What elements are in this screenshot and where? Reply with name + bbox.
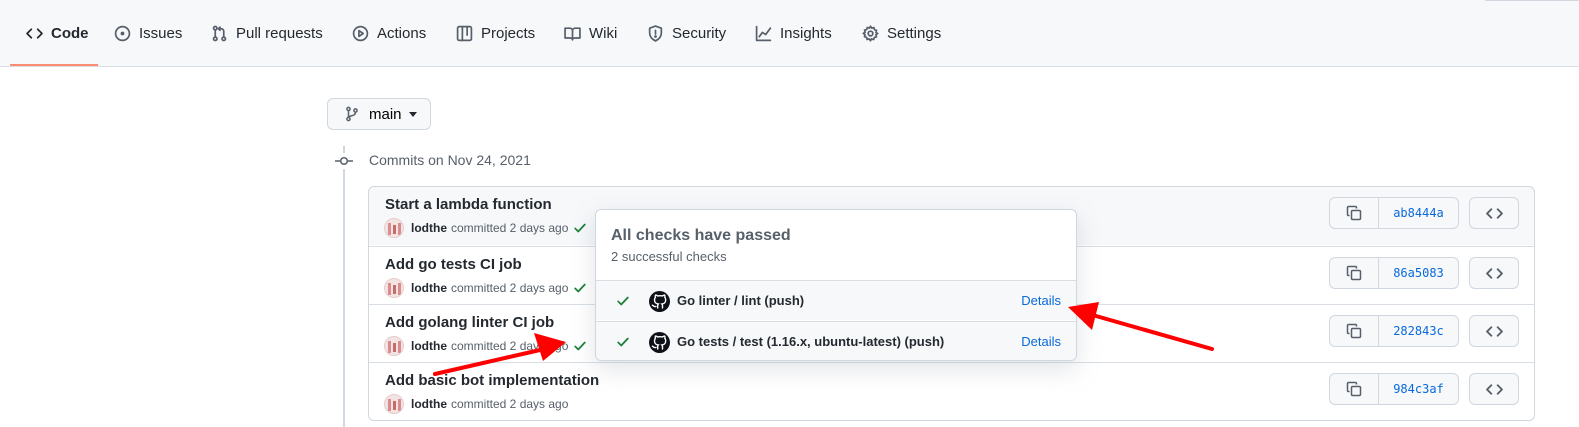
play-icon	[352, 25, 369, 42]
tab-label: Projects	[481, 25, 536, 42]
code-icon	[1485, 383, 1503, 395]
check-icon	[617, 337, 629, 347]
commit-time: committed 2 days ago	[451, 281, 569, 295]
tab-security[interactable]: Security	[647, 0, 726, 67]
tab-label: Actions	[377, 25, 427, 42]
avatar[interactable]	[384, 394, 404, 414]
copy-sha-button[interactable]	[1330, 198, 1379, 228]
commit-meta: lodthe committed 2 days ago	[384, 218, 587, 238]
header-border-fragment	[1485, 0, 1579, 1]
browse-files-button[interactable]	[1469, 315, 1519, 347]
browse-files-button[interactable]	[1469, 373, 1519, 405]
copy-icon	[1346, 381, 1362, 397]
tab-code[interactable]: Code	[26, 0, 89, 67]
git-commit-icon	[335, 153, 353, 169]
code-icon	[1485, 325, 1503, 337]
check-status-icon[interactable]	[573, 281, 587, 295]
git-pull-request-icon	[212, 25, 227, 42]
tab-actions[interactable]: Actions	[352, 0, 426, 67]
commits-date-heading: Commits on Nov 24, 2021	[369, 152, 531, 168]
tab-issues[interactable]: Issues	[114, 0, 182, 67]
check-run-row: Go tests / test (1.16.x, ubuntu-latest) …	[596, 321, 1076, 360]
commit-meta: lodthe committed 2 days ago	[384, 394, 568, 414]
avatar[interactable]	[384, 336, 404, 356]
tab-projects[interactable]: Projects	[456, 0, 535, 67]
commit-row: Add basic bot implementation lodthe comm…	[369, 362, 1534, 420]
graph-icon	[755, 25, 772, 42]
sha-button-group: ab8444a	[1329, 197, 1459, 229]
tab-label: Wiki	[589, 25, 618, 42]
commit-sha-link[interactable]: ab8444a	[1379, 198, 1458, 228]
commit-meta: lodthe committed 2 days ago	[384, 278, 587, 298]
commit-author-link[interactable]: lodthe	[411, 221, 447, 235]
repo-nav: Code Issues Pull requests Actions Projec…	[0, 0, 1579, 67]
checks-title: All checks have passed	[611, 227, 791, 244]
commit-time: committed 2 days ago	[451, 397, 569, 411]
tab-pull-requests[interactable]: Pull requests	[211, 0, 323, 67]
sha-button-group: 86a5083	[1329, 257, 1459, 289]
copy-sha-button[interactable]	[1330, 258, 1379, 288]
tab-label: Issues	[139, 25, 183, 42]
check-status-icon[interactable]	[573, 339, 587, 353]
code-icon	[1485, 267, 1503, 279]
checks-popover: All checks have passed 2 successful chec…	[595, 209, 1077, 361]
check-details-link[interactable]: Details	[1021, 334, 1061, 349]
timeline-line	[343, 146, 345, 427]
commit-author-link[interactable]: lodthe	[411, 281, 447, 295]
tab-label: Insights	[780, 25, 832, 42]
check-run-row: Go linter / lint (push) Details	[596, 280, 1076, 320]
tab-insights[interactable]: Insights	[755, 0, 832, 67]
check-run-name: Go linter / lint (push)	[677, 293, 805, 308]
check-icon	[617, 296, 629, 306]
commit-time: committed 2 days ago	[451, 339, 569, 353]
commit-author-link[interactable]: lodthe	[411, 397, 447, 411]
copy-icon	[1346, 205, 1362, 221]
commit-title-link[interactable]: Add golang linter CI job	[385, 314, 554, 331]
gear-icon	[862, 25, 879, 42]
branch-name: main	[369, 105, 402, 123]
github-logo-icon	[649, 291, 670, 312]
table-icon	[456, 25, 473, 42]
github-logo-icon	[649, 332, 670, 353]
code-icon	[1485, 207, 1503, 219]
commit-sha-link[interactable]: 984c3af	[1379, 374, 1458, 404]
code-icon	[26, 28, 43, 39]
commit-meta: lodthe committed 2 days ago	[384, 336, 587, 356]
commit-time: committed 2 days ago	[451, 221, 569, 235]
sha-button-group: 282843c	[1329, 315, 1459, 347]
commit-sha-link[interactable]: 86a5083	[1379, 258, 1458, 288]
commit-author-link[interactable]: lodthe	[411, 339, 447, 353]
copy-icon	[1346, 265, 1362, 281]
checks-subtitle: 2 successful checks	[611, 249, 727, 264]
issue-opened-icon	[114, 25, 131, 42]
shield-icon	[648, 25, 663, 42]
check-run-name: Go tests / test (1.16.x, ubuntu-latest) …	[677, 334, 945, 349]
copy-sha-button[interactable]	[1330, 374, 1379, 404]
check-details-link[interactable]: Details	[1021, 293, 1061, 308]
commit-title-link[interactable]: Add go tests CI job	[385, 256, 522, 273]
check-status-icon[interactable]	[573, 221, 587, 235]
copy-sha-button[interactable]	[1330, 316, 1379, 346]
sha-button-group: 984c3af	[1329, 373, 1459, 405]
tab-label: Security	[672, 25, 727, 42]
active-tab-underline	[10, 64, 98, 66]
copy-icon	[1346, 323, 1362, 339]
commit-sha-link[interactable]: 282843c	[1379, 316, 1458, 346]
browse-files-button[interactable]	[1469, 257, 1519, 289]
avatar[interactable]	[384, 218, 404, 238]
git-branch-icon	[346, 106, 358, 122]
tab-label: Pull requests	[236, 25, 323, 42]
avatar[interactable]	[384, 278, 404, 298]
tab-wiki[interactable]: Wiki	[564, 0, 617, 67]
commit-title-link[interactable]: Add basic bot implementation	[385, 372, 599, 389]
tab-label: Code	[51, 25, 89, 42]
chevron-down-icon	[408, 111, 417, 117]
commit-title-link[interactable]: Start a lambda function	[385, 196, 552, 213]
tab-settings[interactable]: Settings	[862, 0, 941, 67]
branch-select-button[interactable]: main	[327, 98, 431, 130]
book-icon	[564, 27, 581, 41]
tab-label: Settings	[887, 25, 942, 42]
browse-files-button[interactable]	[1469, 197, 1519, 229]
